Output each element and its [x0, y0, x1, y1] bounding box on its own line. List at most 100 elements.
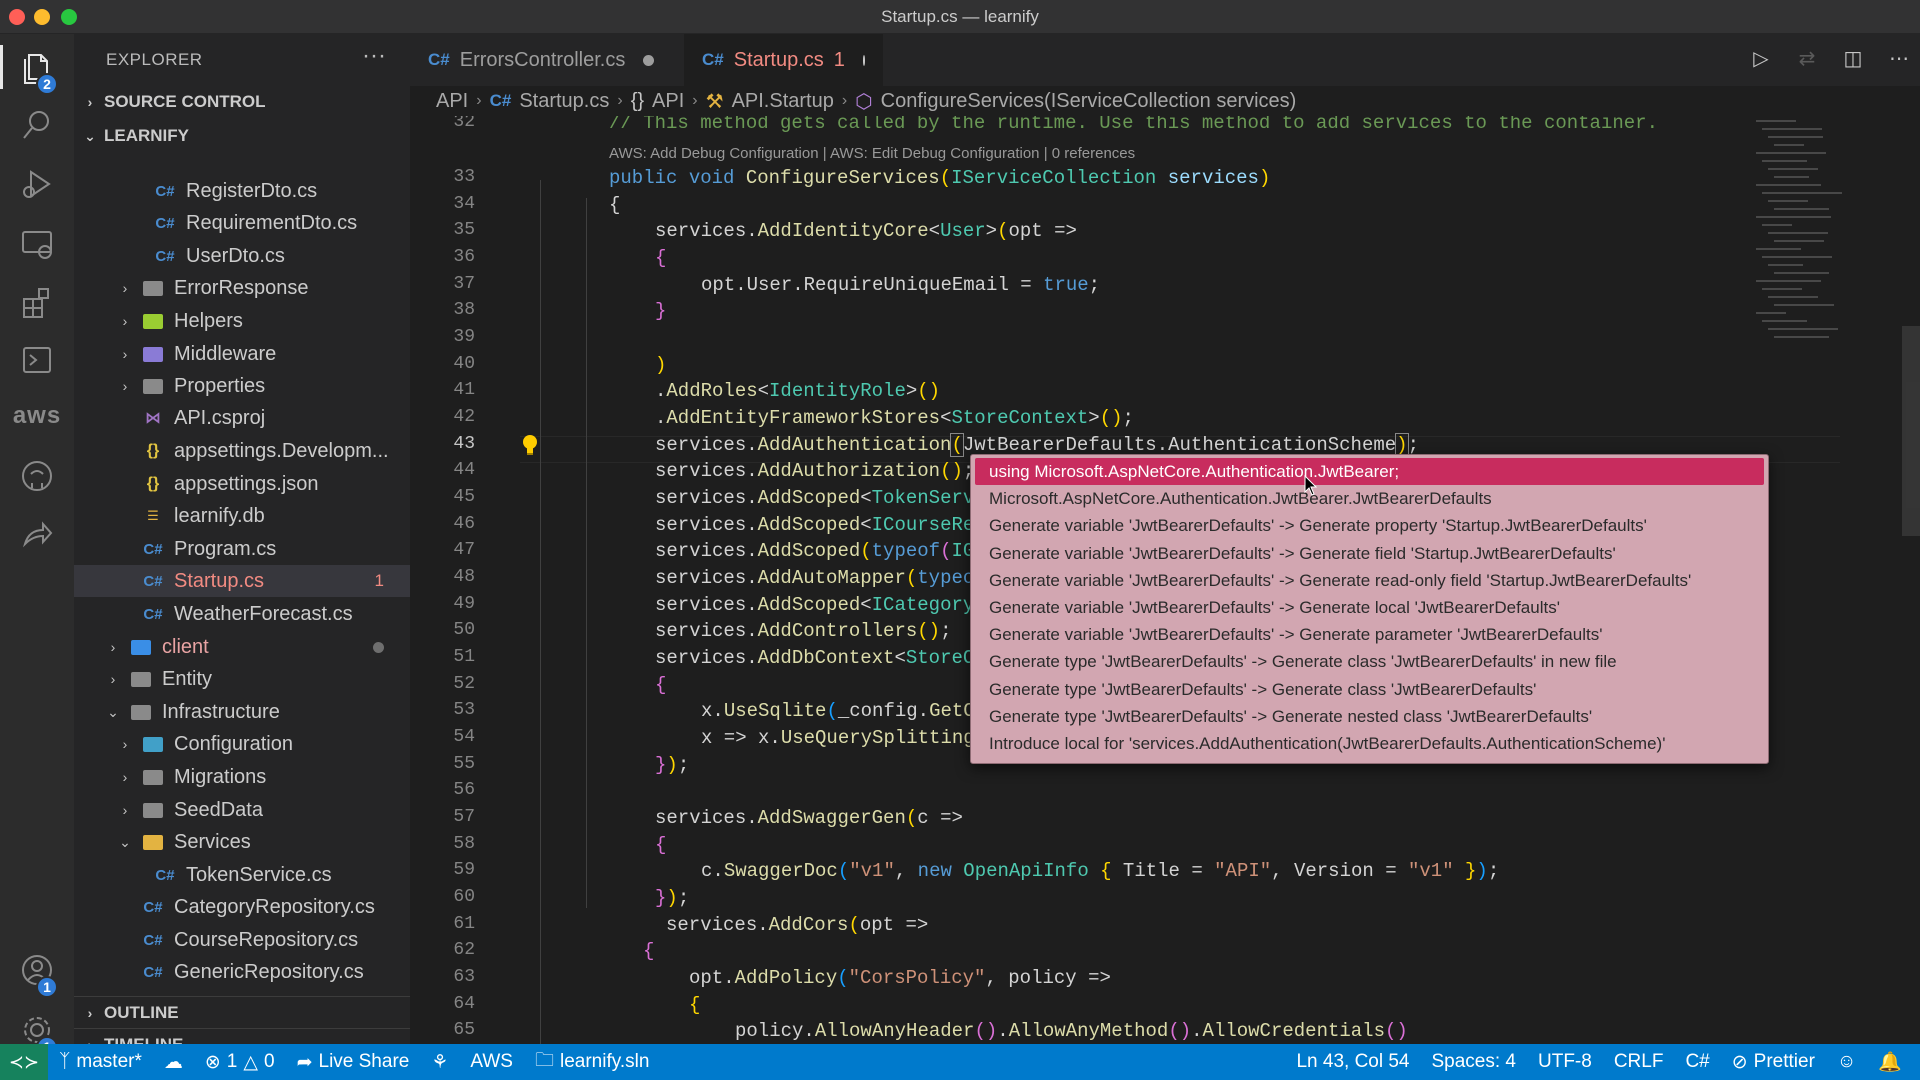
- tree-item-appsettings[interactable]: {} appsettings.json: [74, 468, 410, 500]
- scroll-thumb[interactable]: [1902, 326, 1920, 536]
- line-number: 53: [453, 700, 475, 720]
- quick-fix-item[interactable]: Generate variable 'JwtBearerDefaults' ->…: [975, 594, 1764, 621]
- tree-item-startup[interactable]: C# Startup.cs 1: [74, 565, 410, 597]
- accounts-activity[interactable]: 1: [0, 940, 74, 1000]
- outline-section[interactable]: › OUTLINE: [74, 996, 410, 1028]
- tree-item-configuration[interactable]: › Configuration: [74, 728, 410, 760]
- aws-activity[interactable]: aws: [0, 386, 74, 446]
- breadcrumb-item[interactable]: API: [436, 90, 468, 113]
- learnify-section[interactable]: ⌄ LEARNIFY: [74, 120, 410, 152]
- lightbulb-icon[interactable]: [521, 434, 539, 456]
- live-share-activity[interactable]: [0, 504, 74, 564]
- tree-item-client[interactable]: › client: [74, 631, 410, 663]
- more-actions-icon[interactable]: ···: [362, 42, 386, 70]
- quick-fix-item[interactable]: Introduce local for 'services.AddAuthent…: [975, 730, 1764, 757]
- code-line-59: c.SwaggerDoc("v1", new OpenApiInfo { Tit…: [701, 860, 1500, 882]
- remote-indicator[interactable]: ≺≻: [0, 1044, 48, 1080]
- source-control-label: SOURCE CONTROL: [104, 92, 266, 111]
- tree-item-appsettings-development[interactable]: {} appsettings.Developm...: [74, 435, 410, 467]
- solution-indicator[interactable]: 🗀 learnify.sln: [524, 1046, 660, 1078]
- tree-item-properties[interactable]: › Properties: [74, 370, 410, 402]
- tree-item-entity[interactable]: › Entity: [74, 663, 410, 695]
- quick-fix-item[interactable]: Generate variable 'JwtBearerDefaults' ->…: [975, 512, 1764, 539]
- branch-indicator[interactable]: ᛉ master*: [48, 1051, 153, 1073]
- remote-explorer-activity[interactable]: [0, 214, 74, 274]
- language-mode[interactable]: C#: [1674, 1051, 1720, 1073]
- warning-icon: △: [243, 1051, 258, 1073]
- quick-fix-item[interactable]: Generate type 'JwtBearerDefaults' -> Gen…: [975, 648, 1764, 675]
- run-debug-activity[interactable]: [0, 154, 74, 214]
- tree-item-courserepository[interactable]: C# CourseRepository.cs: [74, 924, 410, 956]
- flame-button[interactable]: ⚘: [420, 1051, 459, 1074]
- minimap-line: [1768, 136, 1823, 138]
- tree-item-seeddata[interactable]: › SeedData: [74, 794, 410, 826]
- terminal-activity[interactable]: [0, 330, 74, 390]
- quick-fix-item[interactable]: Microsoft.AspNetCore.Authentication.JwtB…: [975, 485, 1764, 512]
- line-number: 35: [453, 220, 475, 240]
- editor-scrollbar[interactable]: [1902, 116, 1920, 1044]
- prettier-status[interactable]: ⊘ Prettier: [1721, 1051, 1826, 1074]
- search-icon: [23, 111, 49, 139]
- breadcrumb-item[interactable]: API: [652, 90, 684, 113]
- tree-item-api-csproj[interactable]: ⋈ API.csproj: [74, 402, 410, 434]
- solution-name: learnify.sln: [559, 1051, 650, 1072]
- line-number: 51: [453, 647, 475, 667]
- minimap-line: [1768, 232, 1828, 234]
- tree-item-helpers[interactable]: › Helpers: [74, 305, 410, 337]
- tree-item-services[interactable]: ⌄ Services: [74, 826, 410, 858]
- breadcrumb-item[interactable]: API.Startup: [732, 90, 834, 113]
- tree-item-migrations[interactable]: › Migrations: [74, 761, 410, 793]
- codelens[interactable]: AWS: Add Debug Configuration | AWS: Edit…: [609, 145, 1135, 162]
- tree-item-tokenservice[interactable]: C# TokenService.cs: [74, 859, 410, 891]
- minimap-line: [1762, 224, 1792, 226]
- tab-errorscontroller[interactable]: C# ErrorsController.cs: [410, 34, 684, 86]
- indentation[interactable]: Spaces: 4: [1421, 1051, 1528, 1073]
- tree-item-genericrepository[interactable]: C# GenericRepository.cs: [74, 956, 410, 988]
- cursor-position[interactable]: Ln 43, Col 54: [1285, 1051, 1420, 1073]
- quick-fix-item[interactable]: Generate type 'JwtBearerDefaults' -> Gen…: [975, 676, 1764, 703]
- tree-item-weatherforecast[interactable]: C# WeatherForecast.cs: [74, 598, 410, 630]
- feedback-button[interactable]: ☺: [1826, 1051, 1867, 1073]
- problems-indicator[interactable]: ⊗ 1 △ 0: [194, 1051, 286, 1074]
- encoding[interactable]: UTF-8: [1527, 1051, 1603, 1073]
- notifications-button[interactable]: 🔔: [1867, 1050, 1920, 1074]
- tree-item-registerdto[interactable]: C# RegisterDto.cs: [74, 175, 410, 207]
- tree-item-learnify-db[interactable]: ☰ learnify.db: [74, 500, 410, 532]
- quick-fix-item[interactable]: Generate variable 'JwtBearerDefaults' ->…: [975, 540, 1764, 567]
- quick-fix-item[interactable]: Generate variable 'JwtBearerDefaults' ->…: [975, 621, 1764, 648]
- tab-startup[interactable]: C# Startup.cs 1: [684, 34, 884, 86]
- more-actions-icon[interactable]: ⋯: [1888, 48, 1910, 70]
- line-ending[interactable]: CRLF: [1603, 1051, 1675, 1073]
- tree-item-label: appsettings.json: [174, 472, 319, 495]
- tree-item-errorresponse[interactable]: › ErrorResponse: [74, 272, 410, 304]
- sync-button[interactable]: ☁: [153, 1051, 194, 1074]
- aws-status[interactable]: AWS: [459, 1051, 524, 1073]
- timeline-section[interactable]: › TIMELINE: [74, 1028, 410, 1044]
- tree-item-program[interactable]: C# Program.cs: [74, 533, 410, 565]
- source-control-section[interactable]: › SOURCE CONTROL: [74, 86, 410, 118]
- breadcrumb-item[interactable]: ConfigureServices(IServiceCollection ser…: [881, 90, 1297, 113]
- extensions-activity[interactable]: [0, 272, 74, 332]
- unsaved-dot[interactable]: [862, 54, 865, 66]
- open-changes-icon[interactable]: ⇄: [1796, 48, 1818, 70]
- quick-fix-item[interactable]: Generate type 'JwtBearerDefaults' -> Gen…: [975, 703, 1764, 730]
- quick-fix-item[interactable]: using Microsoft.AspNetCore.Authenticatio…: [975, 458, 1764, 486]
- json-file-icon: {}: [146, 442, 160, 459]
- tree-item-userdto[interactable]: C# UserDto.cs: [74, 240, 410, 272]
- quick-fix-item[interactable]: Generate variable 'JwtBearerDefaults' ->…: [975, 567, 1764, 594]
- code-line-65: policy.AllowAnyHeader().AllowAnyMethod()…: [735, 1020, 1408, 1042]
- split-editor-icon[interactable]: ◫: [1842, 48, 1864, 70]
- live-share-button[interactable]: ➦ Live Share: [286, 1051, 421, 1074]
- tree-item-requirementdto[interactable]: C# RequirementDto.cs: [74, 207, 410, 239]
- explorer-activity[interactable]: 2: [0, 37, 74, 97]
- tree-item-middleware[interactable]: › Middleware: [74, 338, 410, 370]
- tree-item-infrastructure[interactable]: ⌄ Infrastructure: [74, 696, 410, 728]
- code-line-37: opt.User.RequireUniqueEmail = true;: [701, 274, 1101, 296]
- code-line-63: opt.AddPolicy("CorsPolicy", policy =>: [689, 967, 1111, 989]
- github-activity[interactable]: [0, 446, 74, 506]
- search-activity[interactable]: [0, 95, 74, 155]
- unsaved-dot[interactable]: [643, 54, 655, 66]
- run-icon[interactable]: ▷: [1750, 48, 1772, 70]
- breadcrumb-item[interactable]: Startup.cs: [519, 90, 609, 113]
- tree-item-categoryrepository[interactable]: C# CategoryRepository.cs: [74, 891, 410, 923]
